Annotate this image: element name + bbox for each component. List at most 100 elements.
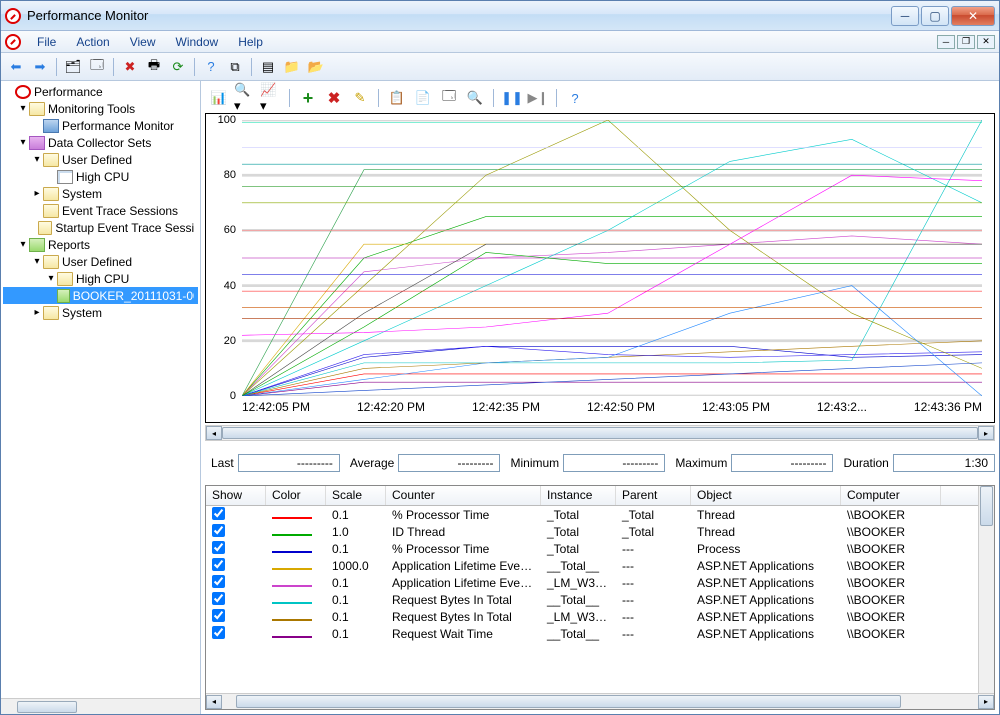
tree-item[interactable]: ▾High CPU	[3, 270, 198, 287]
show-cell[interactable]	[206, 558, 266, 574]
expander-icon[interactable]: ▾	[17, 103, 29, 114]
add-counter-button[interactable]: +	[296, 86, 320, 110]
tree-item[interactable]: ▾Reports	[3, 236, 198, 253]
tree-item[interactable]: Performance Monitor	[3, 117, 198, 134]
new-folder-button[interactable]: 📁	[281, 56, 303, 78]
titlebar[interactable]: Performance Monitor ─ ▢ ✕	[1, 1, 999, 31]
table-row[interactable]: 0.1Application Lifetime Even..._LM_W3SV.…	[206, 574, 978, 591]
show-checkbox[interactable]	[212, 626, 225, 639]
chart-type-button[interactable]: 📈▾	[259, 86, 283, 110]
tree-root-row[interactable]: Performance	[3, 83, 198, 100]
table-row[interactable]: 0.1Request Wait Time__Total__---ASP.NET …	[206, 625, 978, 642]
mdi-restore-button[interactable]: ❐	[957, 35, 975, 49]
show-checkbox[interactable]	[212, 609, 225, 622]
scroll-track[interactable]	[222, 694, 978, 709]
scroll-right-button[interactable]: ▸	[978, 695, 994, 709]
show-cell[interactable]	[206, 592, 266, 608]
back-button[interactable]: ⬅	[5, 56, 27, 78]
table-row[interactable]: 1.0ID Thread_Total_TotalThread\\BOOKER	[206, 523, 978, 540]
tree-item[interactable]: ▾User Defined	[3, 253, 198, 270]
help-chart-button[interactable]: ?	[563, 86, 587, 110]
scroll-right-button[interactable]: ▸	[978, 426, 994, 440]
grid-header-cell[interactable]: Scale	[326, 486, 386, 505]
properties-chart-button[interactable]: 🗔	[437, 86, 461, 110]
view-log-button[interactable]: 🔍▾	[233, 86, 257, 110]
scroll-thumb[interactable]	[17, 701, 77, 713]
tree-item[interactable]: ▸System	[3, 185, 198, 202]
menu-help[interactable]: Help	[228, 33, 273, 51]
scroll-left-button[interactable]: ◂	[206, 426, 222, 440]
print-button[interactable]: 🖶	[143, 56, 165, 78]
table-row[interactable]: 0.1% Processor Time_Total_TotalThread\\B…	[206, 506, 978, 523]
plot-area[interactable]	[242, 120, 982, 396]
show-cell[interactable]	[206, 575, 266, 591]
grid-body[interactable]: 0.1% Processor Time_Total_TotalThread\\B…	[206, 506, 978, 693]
copy-button[interactable]: 📋	[385, 86, 409, 110]
tree-item[interactable]: BOOKER_20111031-000001	[3, 287, 198, 304]
table-row[interactable]: 0.1Request Bytes In Total_LM_W3SV...---A…	[206, 608, 978, 625]
grid-header-cell[interactable]: Object	[691, 486, 841, 505]
grid-header-cell[interactable]: Instance	[541, 486, 616, 505]
tree-item[interactable]: Startup Event Trace Sessions	[3, 219, 198, 236]
show-checkbox[interactable]	[212, 558, 225, 571]
chart-horizontal-scrollbar[interactable]: ◂ ▸	[205, 425, 995, 441]
tree-item[interactable]: ▾User Defined	[3, 151, 198, 168]
menu-action[interactable]: Action	[66, 33, 119, 51]
grid-header-cell[interactable]: Parent	[616, 486, 691, 505]
expander-icon[interactable]: ▸	[31, 188, 43, 199]
remove-counter-button[interactable]: ✖	[322, 86, 346, 110]
table-row[interactable]: 0.1Request Bytes In Total__Total__---ASP…	[206, 591, 978, 608]
show-cell[interactable]	[206, 541, 266, 557]
tree-item[interactable]: ▾Data Collector Sets	[3, 134, 198, 151]
tree[interactable]: Performance ▾Monitoring Tools Performanc…	[1, 81, 200, 698]
grid-header-cell[interactable]: Computer	[841, 486, 941, 505]
freeze-button[interactable]: ❚❚	[500, 86, 524, 110]
grid-horizontal-scrollbar[interactable]: ◂ ▸	[206, 693, 994, 709]
expander-icon[interactable]: ▾	[45, 273, 57, 284]
maximize-button[interactable]: ▢	[921, 6, 949, 26]
tree-horizontal-scrollbar[interactable]	[1, 698, 200, 714]
show-hide-tree-button[interactable]: 🗂	[62, 56, 84, 78]
expander-icon[interactable]: ▾	[31, 256, 43, 267]
highlight-button[interactable]: ✎	[348, 86, 372, 110]
tree-item[interactable]: Event Trace Sessions	[3, 202, 198, 219]
scroll-thumb[interactable]	[236, 695, 901, 708]
show-cell[interactable]	[206, 626, 266, 642]
mdi-close-button[interactable]: ✕	[977, 35, 995, 49]
show-checkbox[interactable]	[212, 541, 225, 554]
grid-header-cell[interactable]: Counter	[386, 486, 541, 505]
scroll-thumb[interactable]	[980, 486, 993, 526]
expander-icon[interactable]: ▾	[31, 154, 43, 165]
forward-button[interactable]: ➡	[29, 56, 51, 78]
menu-view[interactable]: View	[120, 33, 166, 51]
grid-header[interactable]: ShowColorScaleCounterInstanceParentObjec…	[206, 486, 978, 506]
delete-button[interactable]: ✖	[119, 56, 141, 78]
expander-icon[interactable]: ▾	[17, 239, 29, 250]
update-button[interactable]: ▶❙	[526, 86, 550, 110]
show-cell[interactable]	[206, 507, 266, 523]
table-row[interactable]: 1000.0Application Lifetime Even...__Tota…	[206, 557, 978, 574]
grid-vertical-scrollbar[interactable]	[978, 486, 994, 693]
group-button[interactable]: ⧉	[224, 56, 246, 78]
show-checkbox[interactable]	[212, 592, 225, 605]
expander-icon[interactable]: ▸	[31, 307, 43, 318]
console-button[interactable]: ▤	[257, 56, 279, 78]
tree-item[interactable]: ▸System	[3, 304, 198, 321]
show-cell[interactable]	[206, 609, 266, 625]
paste-button[interactable]: 📄	[411, 86, 435, 110]
zoom-button[interactable]: 🔍	[463, 86, 487, 110]
scroll-track[interactable]	[222, 426, 978, 440]
table-row[interactable]: 0.1% Processor Time_Total---Process\\BOO…	[206, 540, 978, 557]
open-folder-button[interactable]: 📂	[305, 56, 327, 78]
menu-file[interactable]: File	[27, 33, 66, 51]
properties-button[interactable]: 🗔	[86, 56, 108, 78]
show-checkbox[interactable]	[212, 575, 225, 588]
grid-header-cell[interactable]: Color	[266, 486, 326, 505]
tree-item[interactable]: ▾Monitoring Tools	[3, 100, 198, 117]
show-checkbox[interactable]	[212, 507, 225, 520]
scroll-left-button[interactable]: ◂	[206, 695, 222, 709]
refresh-button[interactable]: ⟳	[167, 56, 189, 78]
tree-item[interactable]: High CPU	[3, 168, 198, 185]
show-cell[interactable]	[206, 524, 266, 540]
minimize-button[interactable]: ─	[891, 6, 919, 26]
